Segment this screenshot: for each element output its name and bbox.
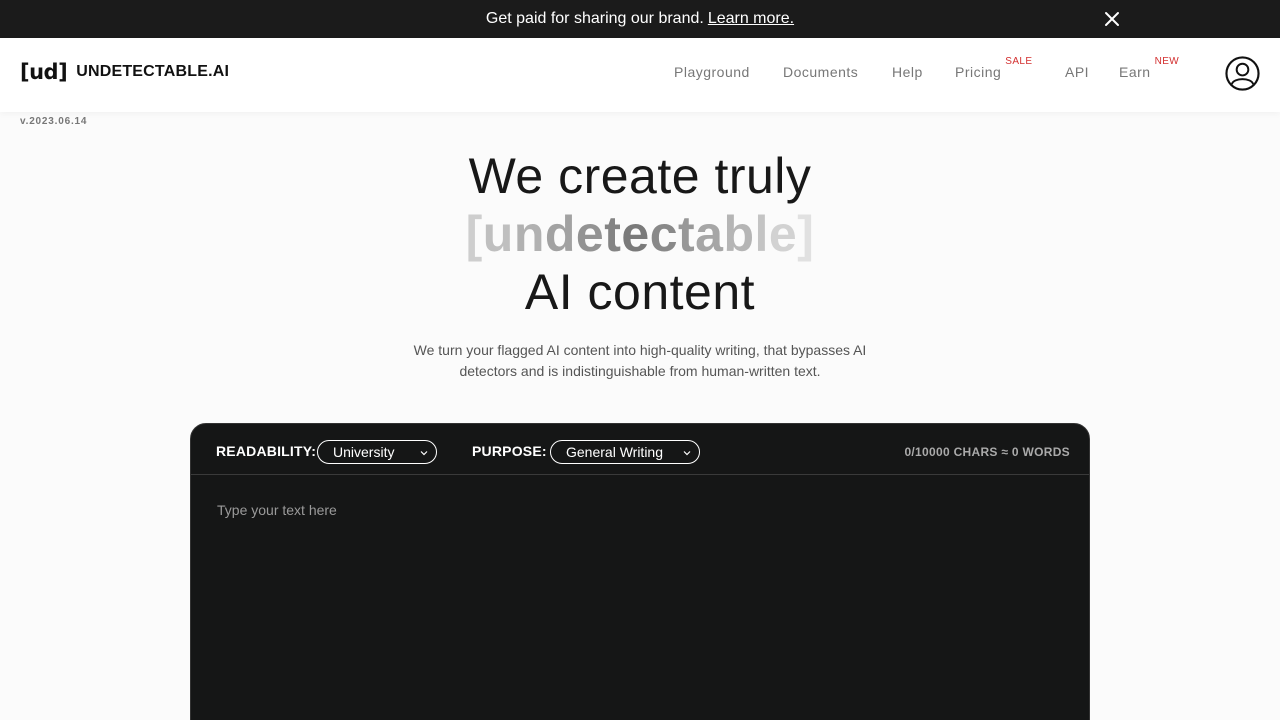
logo[interactable]: [ud] UNDETECTABLE.AI	[20, 60, 229, 84]
purpose-value: General Writing	[566, 444, 664, 460]
learn-more-link[interactable]: Learn more.	[708, 10, 794, 28]
nav-label: Documents	[783, 64, 859, 80]
nav-playground[interactable]: Playground	[674, 64, 750, 80]
hero-line-2: [undetectable]	[0, 205, 1280, 263]
nav-pricing[interactable]: Pricing SALE	[955, 56, 1032, 80]
version-label: v.2023.06.14	[20, 116, 88, 127]
logo-mark: [ud]	[20, 60, 68, 84]
hero-highlight: [undetectable]	[465, 206, 815, 262]
readability-select[interactable]: University	[317, 440, 437, 464]
new-badge: NEW	[1154, 56, 1180, 67]
nav-label: Pricing	[955, 64, 1002, 80]
nav-documents[interactable]: Documents	[783, 64, 858, 80]
readability-label: READABILITY:	[216, 443, 317, 459]
nav-label: Earn	[1119, 64, 1151, 80]
text-input-area[interactable]: Type your text here	[191, 476, 1089, 720]
nav-api[interactable]: API	[1065, 64, 1089, 80]
user-avatar-icon[interactable]	[1225, 56, 1260, 91]
editor-panel: READABILITY: University PURPOSE: General…	[190, 423, 1090, 720]
nav-help[interactable]: Help	[892, 64, 923, 80]
hero-line-1: We create truly	[468, 148, 812, 204]
chevron-down-icon	[683, 451, 691, 456]
readability-value: University	[333, 444, 395, 460]
text-input-placeholder: Type your text here	[217, 502, 337, 518]
nav-earn[interactable]: Earn NEW	[1119, 56, 1179, 80]
purpose-label: PURPOSE:	[472, 443, 547, 459]
editor-toolbar: READABILITY: University PURPOSE: General…	[191, 424, 1089, 475]
logo-text: UNDETECTABLE.AI	[76, 63, 230, 80]
nav-label: Help	[892, 64, 923, 80]
close-icon[interactable]	[1102, 9, 1122, 29]
char-word-counter: 0/10000 CHARS ≈ 0 WORDS	[904, 445, 1070, 459]
nav-label: API	[1065, 64, 1090, 80]
sale-badge: SALE	[1005, 56, 1033, 67]
site-header: [ud] UNDETECTABLE.AI Playground Document…	[0, 38, 1280, 112]
promo-banner: Get paid for sharing our brand. Learn mo…	[0, 0, 1280, 38]
nav-label: Playground	[674, 64, 750, 80]
hero-subtitle: We turn your flagged AI content into hig…	[413, 342, 867, 379]
promo-text: Get paid for sharing our brand.	[485, 10, 704, 27]
hero-line-3: AI content	[524, 264, 756, 320]
purpose-select[interactable]: General Writing	[550, 440, 700, 464]
chevron-down-icon	[420, 451, 428, 456]
